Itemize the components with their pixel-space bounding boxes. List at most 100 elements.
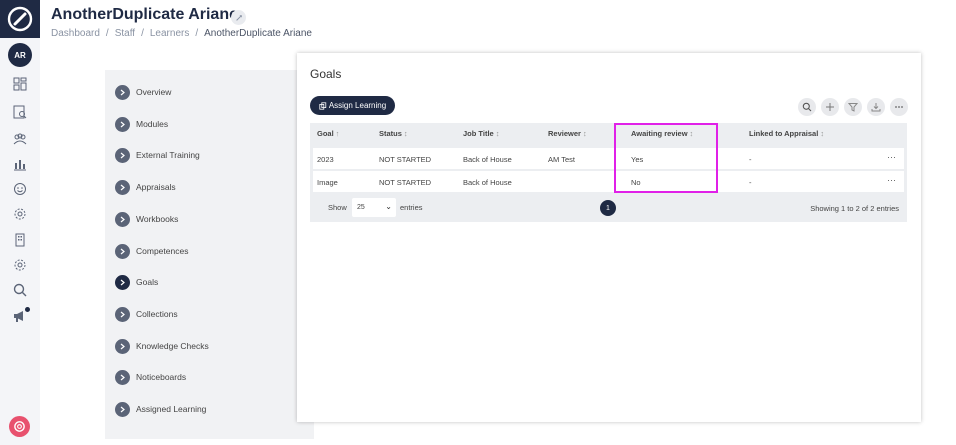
add-button[interactable] bbox=[821, 98, 839, 116]
chevron-down-icon: ⌄ bbox=[385, 202, 392, 211]
download-button[interactable] bbox=[867, 98, 885, 116]
breadcrumb: Dashboard / Staff / Learners / AnotherDu… bbox=[51, 28, 312, 39]
subnav-label: Appraisals bbox=[136, 182, 176, 192]
lifebuoy-icon bbox=[14, 421, 25, 432]
chevron-right-icon bbox=[115, 243, 130, 259]
users-icon[interactable] bbox=[12, 131, 28, 147]
chevron-right-icon bbox=[115, 84, 130, 100]
entries-label: entries bbox=[400, 203, 423, 212]
subnav-label: Modules bbox=[136, 119, 169, 129]
showing-entries-text: Showing 1 to 2 of 2 entries bbox=[810, 204, 899, 213]
learner-subnav: Overview Modules External Training Appra… bbox=[105, 70, 314, 439]
search-button[interactable] bbox=[798, 98, 816, 116]
row-menu-icon[interactable]: ··· bbox=[887, 175, 896, 185]
avatar[interactable]: AR bbox=[8, 43, 32, 67]
help-button[interactable] bbox=[9, 416, 30, 437]
cell-goal: 2023 bbox=[317, 155, 334, 164]
highlight-box bbox=[614, 123, 718, 193]
download-icon bbox=[871, 103, 881, 112]
cell-linked-to-appraisal: - bbox=[749, 178, 752, 187]
chevron-right-icon bbox=[115, 274, 130, 290]
page-size-value: 25 bbox=[357, 204, 365, 211]
table-row[interactable]: 2023 NOT STARTED Back of House AM Test Y… bbox=[313, 148, 904, 170]
cell-status: NOT STARTED bbox=[379, 155, 432, 164]
subnav-item-external-training[interactable]: External Training bbox=[115, 146, 200, 164]
show-label: Show bbox=[328, 203, 347, 212]
breadcrumb-separator: / bbox=[195, 28, 199, 39]
filter-icon bbox=[848, 103, 858, 112]
table-row[interactable]: Image NOT STARTED Back of House No - ··· bbox=[313, 171, 904, 193]
breadcrumb-separator: / bbox=[141, 28, 144, 39]
gear-icon[interactable] bbox=[12, 257, 28, 273]
chevron-right-icon bbox=[115, 147, 130, 163]
subnav-item-appraisals[interactable]: Appraisals bbox=[115, 178, 176, 196]
table-header: Goal ↑ Status ↕ Job Title ↕ Reviewer ↕ Await… bbox=[310, 123, 907, 144]
more-icon bbox=[895, 106, 903, 108]
subnav-item-overview[interactable]: Overview bbox=[115, 83, 171, 101]
breadcrumb-staff[interactable]: Staff bbox=[115, 28, 135, 39]
column-header-status[interactable]: Status ↕ bbox=[379, 129, 408, 138]
cell-linked-to-appraisal: - bbox=[749, 155, 752, 164]
chevron-right-icon bbox=[115, 116, 130, 132]
left-rail: AR bbox=[0, 0, 40, 445]
notification-dot bbox=[25, 307, 30, 312]
dashboard-icon[interactable] bbox=[12, 76, 28, 92]
cell-status: NOT STARTED bbox=[379, 178, 432, 187]
subnav-label: Overview bbox=[136, 87, 172, 97]
cell-goal: Image bbox=[317, 178, 338, 187]
column-header-linked-to-appraisal[interactable]: Linked to Appraisal ↕ bbox=[749, 129, 824, 138]
chevron-right-icon bbox=[115, 179, 130, 195]
subnav-label: Competences bbox=[136, 246, 189, 256]
column-header-reviewer[interactable]: Reviewer ↕ bbox=[548, 129, 587, 138]
subnav-item-goals[interactable]: Goals bbox=[115, 273, 158, 291]
subnav-label: Workbooks bbox=[136, 214, 179, 224]
edit-name-icon[interactable] bbox=[231, 10, 246, 25]
breadcrumb-current: AnotherDuplicate Ariane bbox=[204, 28, 312, 39]
building-icon[interactable] bbox=[12, 232, 28, 248]
pagination-page-1[interactable]: 1 bbox=[600, 200, 616, 216]
page-size-select[interactable]: 25 ⌄ bbox=[352, 198, 396, 217]
smiley-icon[interactable] bbox=[12, 181, 28, 197]
assign-learning-button[interactable]: Assign Learning bbox=[310, 96, 395, 115]
breadcrumb-learners[interactable]: Learners bbox=[150, 28, 189, 39]
chevron-right-icon bbox=[115, 306, 130, 322]
more-options-button[interactable] bbox=[890, 98, 908, 116]
subnav-item-assigned-learning[interactable]: Assigned Learning bbox=[115, 400, 206, 418]
search-icon bbox=[802, 102, 812, 112]
chevron-right-icon bbox=[115, 338, 130, 354]
subnav-item-workbooks[interactable]: Workbooks bbox=[115, 210, 178, 228]
column-header-job-title[interactable]: Job Title ↕ bbox=[463, 129, 499, 138]
goals-panel: Goals Assign Learning Goal ↑ Status ↕ Job … bbox=[297, 53, 921, 422]
breadcrumb-dashboard[interactable]: Dashboard bbox=[51, 28, 100, 39]
chevron-right-icon bbox=[115, 369, 130, 385]
settings-icon[interactable] bbox=[12, 206, 28, 222]
subnav-item-modules[interactable]: Modules bbox=[115, 115, 168, 133]
table-footer: Show 25 ⌄ entries 1 Showing 1 to 2 of 2 … bbox=[310, 196, 907, 219]
app-logo[interactable] bbox=[0, 0, 40, 38]
subnav-label: Assigned Learning bbox=[136, 404, 207, 414]
row-menu-icon[interactable]: ··· bbox=[887, 152, 896, 162]
subnav-item-noticeboards[interactable]: Noticeboards bbox=[115, 368, 186, 386]
subnav-label: Goals bbox=[136, 277, 159, 287]
chevron-right-icon bbox=[115, 211, 130, 227]
subnav-label: Knowledge Checks bbox=[136, 341, 209, 351]
subnav-item-collections[interactable]: Collections bbox=[115, 305, 178, 323]
cell-reviewer: AM Test bbox=[548, 155, 575, 164]
chevron-right-icon bbox=[115, 401, 130, 417]
table-body: 2023 NOT STARTED Back of House AM Test Y… bbox=[310, 144, 907, 222]
subnav-item-competences[interactable]: Competences bbox=[115, 242, 188, 260]
filter-button[interactable] bbox=[844, 98, 862, 116]
analytics-icon[interactable] bbox=[12, 156, 28, 172]
plus-icon bbox=[826, 103, 834, 111]
goals-table: Goal ↑ Status ↕ Job Title ↕ Reviewer ↕ Await… bbox=[310, 123, 907, 222]
reports-icon[interactable] bbox=[12, 104, 28, 120]
cell-job-title: Back of House bbox=[463, 155, 512, 164]
search-icon[interactable] bbox=[12, 282, 28, 298]
panel-title: Goals bbox=[310, 67, 342, 81]
breadcrumb-separator: / bbox=[105, 28, 109, 39]
subnav-label: Noticeboards bbox=[136, 372, 187, 382]
subnav-item-knowledge-checks[interactable]: Knowledge Checks bbox=[115, 337, 209, 355]
column-header-goal[interactable]: Goal ↑ bbox=[317, 129, 339, 138]
assign-learning-label: Assign Learning bbox=[328, 101, 387, 110]
logo-icon bbox=[7, 6, 33, 32]
